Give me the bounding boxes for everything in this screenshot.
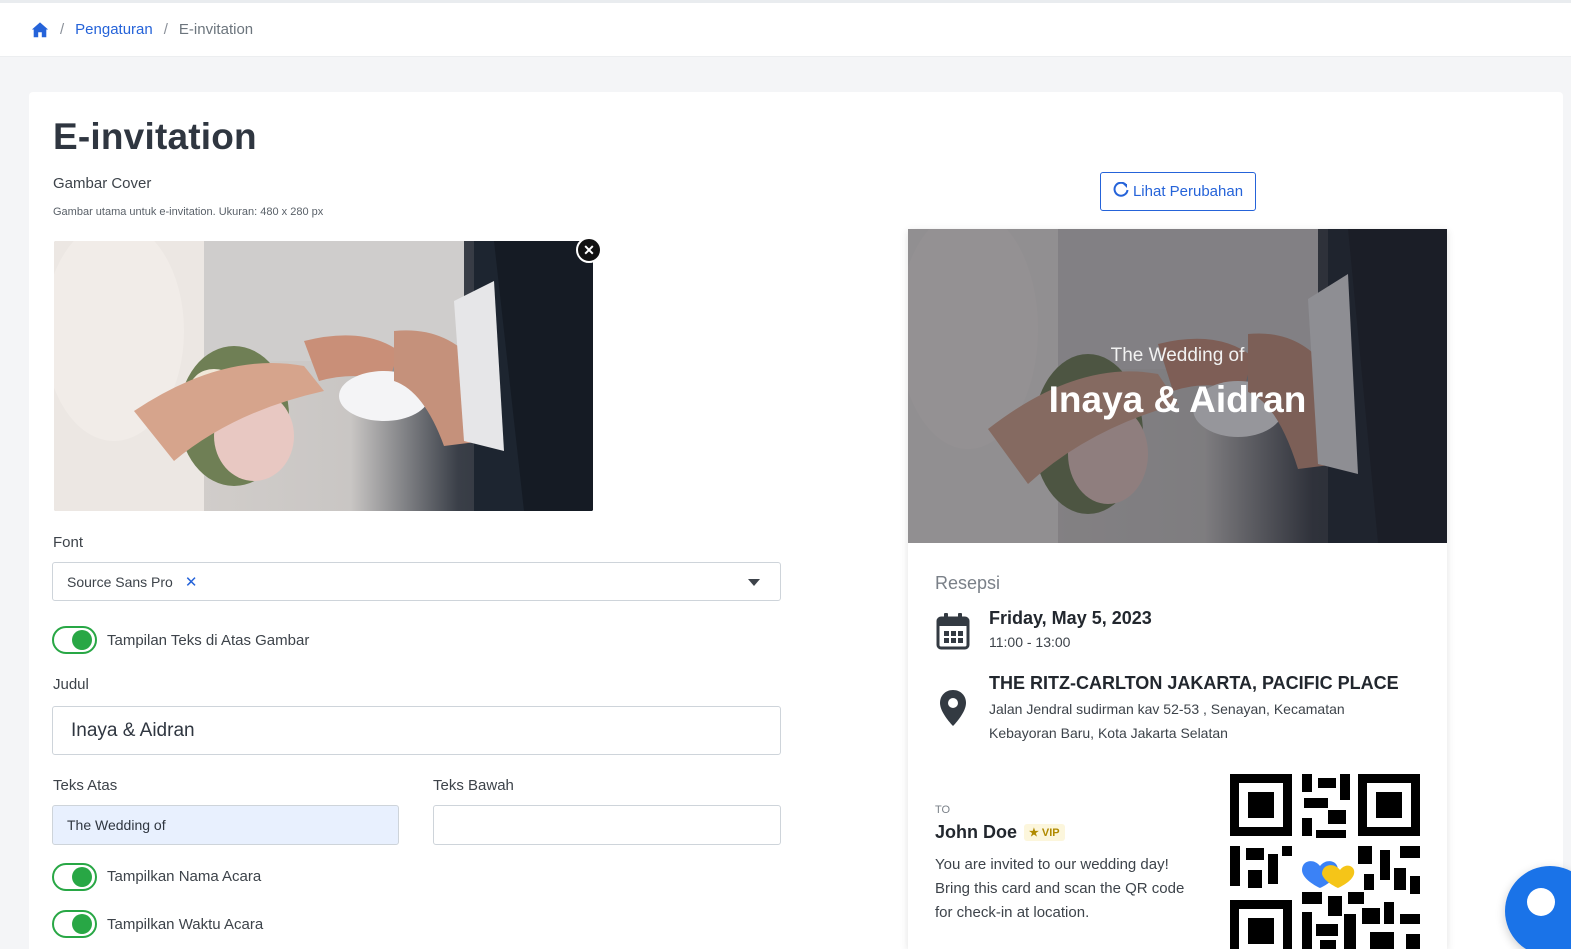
star-icon: ★ [1029, 827, 1039, 839]
breadcrumb-current: E-invitation [178, 21, 254, 38]
font-selected-value: Source Sans Pro [67, 573, 173, 590]
font-label: Font [53, 534, 84, 551]
toggle-text-over-image-label: Tampilan Teks di Atas Gambar [107, 632, 310, 649]
event-date: Friday, May 5, 2023 [989, 608, 1152, 628]
breadcrumb: / Pengaturan / E-invitation [0, 0, 1571, 57]
event-address: Jalan Jendral sudirman kav 52-53 , Senay… [989, 701, 1345, 741]
chat-icon [1527, 888, 1555, 916]
teks-atas-label: Teks Atas [53, 777, 118, 794]
chevron-down-icon[interactable] [748, 579, 760, 586]
invitation-title: Inaya & Aidran [1048, 379, 1307, 420]
vip-badge-label: VIP [1041, 826, 1060, 839]
event-name: Resepsi [935, 573, 1001, 593]
toggle-show-event-time-label: Tampilkan Waktu Acara [107, 916, 264, 933]
judul-label: Judul [53, 676, 89, 693]
qr-code [1230, 774, 1420, 949]
cover-hint: Gambar utama untuk e-invitation. Ukuran:… [53, 206, 324, 218]
preview-button-label: Lihat Perubahan [1132, 183, 1244, 200]
remove-image-button[interactable]: ✕ [576, 237, 602, 263]
breadcrumb-separator: / [163, 21, 168, 38]
preview-button[interactable]: Lihat Perubahan [1100, 172, 1256, 211]
breadcrumb-pengaturan[interactable]: Pengaturan [75, 21, 153, 38]
cover-image[interactable] [54, 241, 593, 511]
close-icon: ✕ [583, 241, 595, 258]
teks-bawah-input[interactable] [433, 805, 781, 845]
event-venue: THE RITZ-CARLTON JAKARTA, PACIFIC PLACE [989, 673, 1399, 693]
page-title: E-invitation [53, 116, 257, 157]
refresh-icon [1113, 181, 1129, 202]
vip-badge: ★ VIP [1024, 824, 1065, 841]
guest-name-row: John Doe ★ VIP [935, 822, 1065, 843]
toggle-show-event-name[interactable] [52, 863, 97, 891]
map-pin-icon [939, 689, 967, 732]
teks-bawah-label: Teks Bawah [433, 777, 514, 794]
cover-label: Gambar Cover [53, 175, 152, 192]
invitation-preview: The Wedding of Inaya & Aidran Resepsi Fr… [908, 229, 1447, 949]
invitation-cover-image: The Wedding of Inaya & Aidran [908, 229, 1447, 543]
toggle-show-event-time[interactable] [52, 910, 97, 938]
to-label: TO [935, 804, 951, 816]
invitation-message: You are invited to our wedding day! Brin… [935, 856, 1185, 921]
breadcrumb-separator: / [60, 21, 65, 38]
clear-icon[interactable]: ✕ [185, 573, 198, 591]
toggle-text-over-image[interactable] [52, 626, 97, 654]
home-icon[interactable] [31, 21, 49, 39]
calendar-icon [936, 612, 970, 655]
invitation-top-text: The Wedding of [1110, 345, 1245, 366]
judul-input[interactable] [52, 706, 781, 755]
font-select[interactable]: Source Sans Pro ✕ [52, 562, 781, 601]
guest-name: John Doe [935, 822, 1018, 842]
toggle-show-event-name-label: Tampilkan Nama Acara [107, 868, 262, 885]
teks-atas-input[interactable] [52, 805, 399, 845]
event-time: 11:00 - 13:00 [989, 634, 1071, 650]
